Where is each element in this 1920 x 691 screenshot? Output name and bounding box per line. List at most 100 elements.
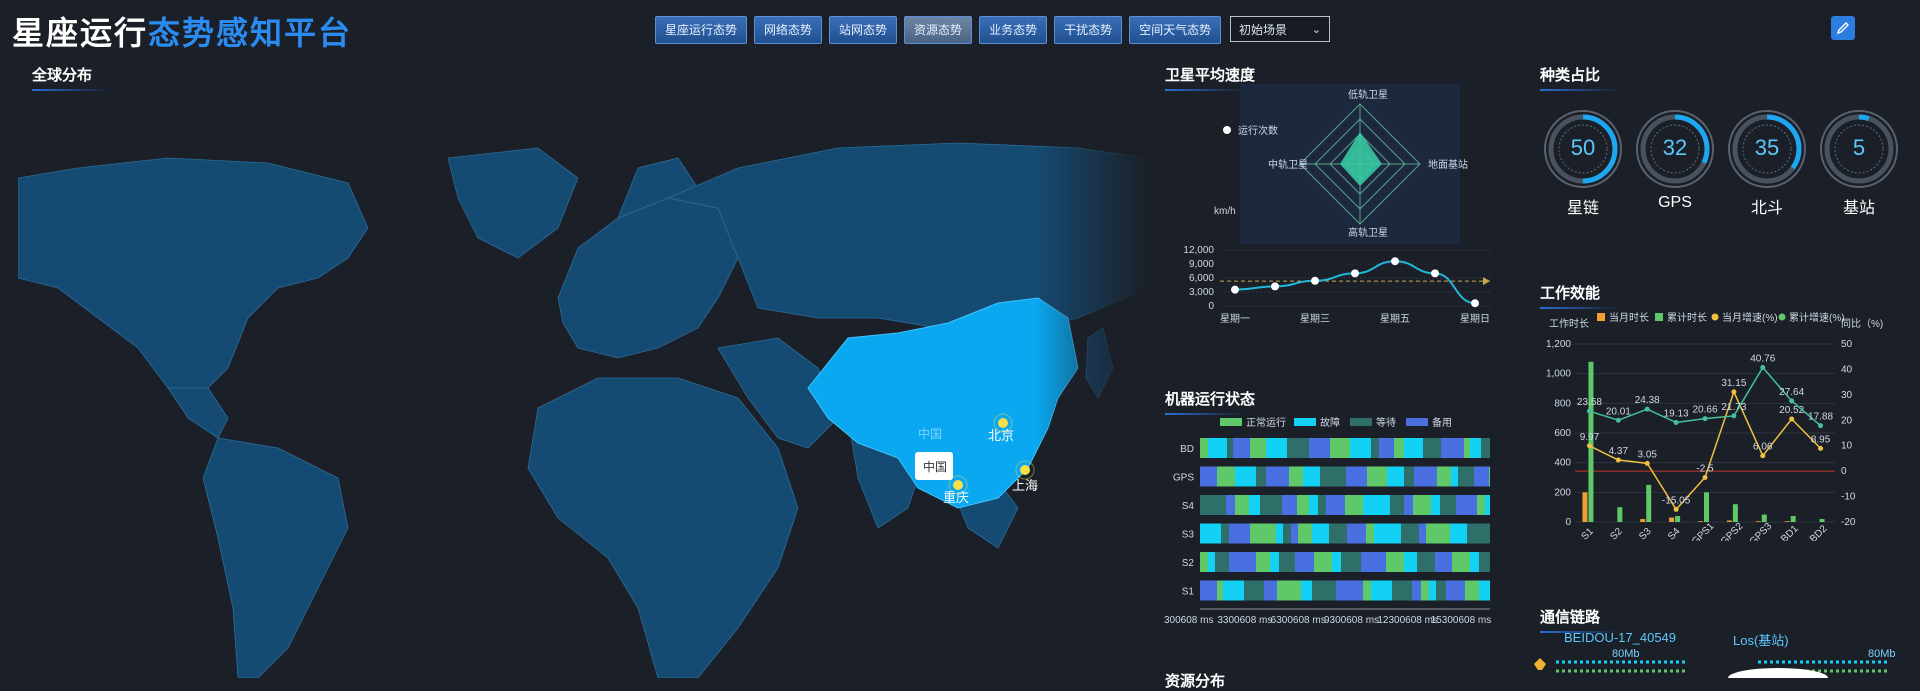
status-segment: [1404, 495, 1413, 515]
radar-label-left: 中轨卫星: [1268, 158, 1308, 171]
data-label: 23.58: [1577, 397, 1602, 408]
growth-point: [1586, 408, 1592, 414]
bar-monthly: [1669, 517, 1675, 522]
status-segment: [1301, 580, 1312, 601]
speed-point: [1311, 276, 1319, 285]
right-tick-label: -20: [1841, 517, 1856, 528]
y-tick-label: 9,000: [1189, 259, 1214, 270]
x-tick-label: 6300608 ms: [1271, 615, 1326, 626]
kinds-gauges: 50 星链 32 GPS 35 北斗 5 基站: [1542, 108, 1900, 218]
chevron-down-icon: ⌄: [1311, 24, 1321, 36]
status-segment: [1249, 495, 1260, 515]
status-segment: [1441, 438, 1464, 458]
right-axis-title: 同比（%): [1841, 318, 1883, 330]
y-tick-label: 3,000: [1189, 287, 1214, 298]
status-segment: [1465, 580, 1479, 601]
legend-label: 故障: [1320, 416, 1340, 429]
right-tick-label: 30: [1841, 390, 1853, 401]
machine-gantt: BD GPS S4 S3 S2 S1 300608 ms 3300608 ms6300608 …: [1164, 438, 1491, 626]
nav-business[interactable]: 业务态势: [979, 16, 1048, 44]
nav-station[interactable]: 站网态势: [829, 16, 898, 44]
left-tick-label: 400: [1554, 458, 1571, 469]
status-segment: [1437, 466, 1451, 487]
left-tick-label: 800: [1554, 398, 1571, 409]
legend-swatch: [1294, 418, 1316, 426]
status-segment: [1371, 580, 1392, 601]
growth-point: [1760, 364, 1766, 370]
world-map[interactable]: 中国 北京 上海 重庆 中国: [18, 88, 1148, 678]
status-segment: [1235, 466, 1256, 487]
scene-select-value: 初始场景: [1239, 23, 1288, 37]
status-segment: [1287, 438, 1309, 458]
status-segment: [1374, 523, 1401, 544]
pencil-icon: [1836, 22, 1849, 35]
machine-title: 机器运行状态: [1165, 391, 1256, 408]
kinds-section-header: 种类占比: [1540, 64, 1620, 91]
status-segment: [1277, 580, 1301, 601]
status-segment: [1320, 466, 1346, 487]
efficiency-section-header: 工作效能: [1540, 282, 1620, 309]
x-tick-label: 星期一: [1220, 313, 1250, 325]
status-segment: [1200, 466, 1217, 487]
status-segment: [1481, 438, 1490, 458]
growth-point: [1673, 506, 1679, 512]
status-segment: [1215, 552, 1229, 572]
left-tick-label: 0: [1565, 517, 1571, 528]
right-tick-label: 40: [1841, 364, 1853, 375]
data-label: 6.06: [1753, 442, 1773, 453]
status-segment: [1226, 495, 1235, 515]
status-segment: [1361, 552, 1386, 572]
x-tick-label: GPS1: [1690, 521, 1717, 541]
efficiency-plot: 1,200 1,000 800 600 400 200 0 50 40 30 20 10 0 -10 -20…: [1546, 339, 1856, 541]
status-segment: [1227, 438, 1233, 458]
status-segment: [1412, 580, 1421, 601]
legend-item: 累计时长: [1667, 311, 1707, 324]
bar-cumulative: [1819, 519, 1825, 522]
growth-point: [1760, 453, 1766, 459]
status-segment: [1266, 438, 1287, 458]
row-label: S3: [1182, 530, 1195, 541]
legend-item: 累计增速(%): [1789, 311, 1845, 324]
legend-swatch: [1220, 418, 1242, 426]
scene-select[interactable]: 初始场景 ⌄: [1230, 16, 1330, 42]
gauge-starlink: 50 星链: [1542, 108, 1624, 218]
gauge-value: 5: [1852, 135, 1866, 160]
edit-button[interactable]: [1831, 16, 1855, 40]
legend-swatch: [1406, 418, 1428, 426]
status-segment: [1283, 523, 1291, 544]
x-tick-label: 星期日: [1460, 313, 1490, 325]
link-section-header: 通信链路: [1540, 606, 1620, 633]
legend-label: 备用: [1432, 416, 1452, 429]
gauge-value: 32: [1662, 135, 1688, 160]
legend-label: 等待: [1376, 416, 1396, 429]
x-tick-label: BD1: [1779, 523, 1801, 541]
nav-space-weather[interactable]: 空间天气态势: [1129, 16, 1222, 44]
status-segment: [1326, 495, 1345, 515]
bar-monthly: [1784, 521, 1790, 522]
nav-resource[interactable]: 资源态势: [904, 16, 973, 44]
status-segment: [1367, 466, 1387, 487]
status-segment: [1479, 580, 1490, 601]
status-segment: [1345, 495, 1363, 515]
speed-point: [1431, 269, 1439, 278]
x-tick-label: 12300608 ms: [1377, 615, 1438, 626]
status-segment: [1217, 580, 1223, 601]
left-axis-title: 工作时长: [1549, 318, 1589, 330]
data-label: 17.88: [1808, 412, 1833, 423]
status-segment: [1346, 466, 1367, 487]
status-segment: [1387, 466, 1404, 487]
status-segment: [1467, 523, 1490, 544]
bar-monthly: [1698, 521, 1703, 522]
data-label: 4.37: [1609, 446, 1629, 457]
nav-network[interactable]: 网络态势: [754, 16, 823, 44]
title-underline: [1540, 89, 1620, 91]
nav-interference[interactable]: 干扰态势: [1054, 16, 1123, 44]
status-segment: [1291, 523, 1298, 544]
status-segment: [1479, 552, 1490, 572]
gauge-station: 5 基站: [1818, 108, 1900, 218]
efficiency-chart: 当月时长 累计时长 当月增速(%) 累计增速(%) 工作时长 同比（%) 1,2…: [1546, 311, 1883, 541]
resource-title: 资源分布: [1165, 673, 1226, 690]
nav-constellation[interactable]: 星座运行态势: [655, 16, 748, 44]
bar-monthly: [1755, 521, 1761, 522]
y-tick-label: 6,000: [1189, 273, 1214, 284]
